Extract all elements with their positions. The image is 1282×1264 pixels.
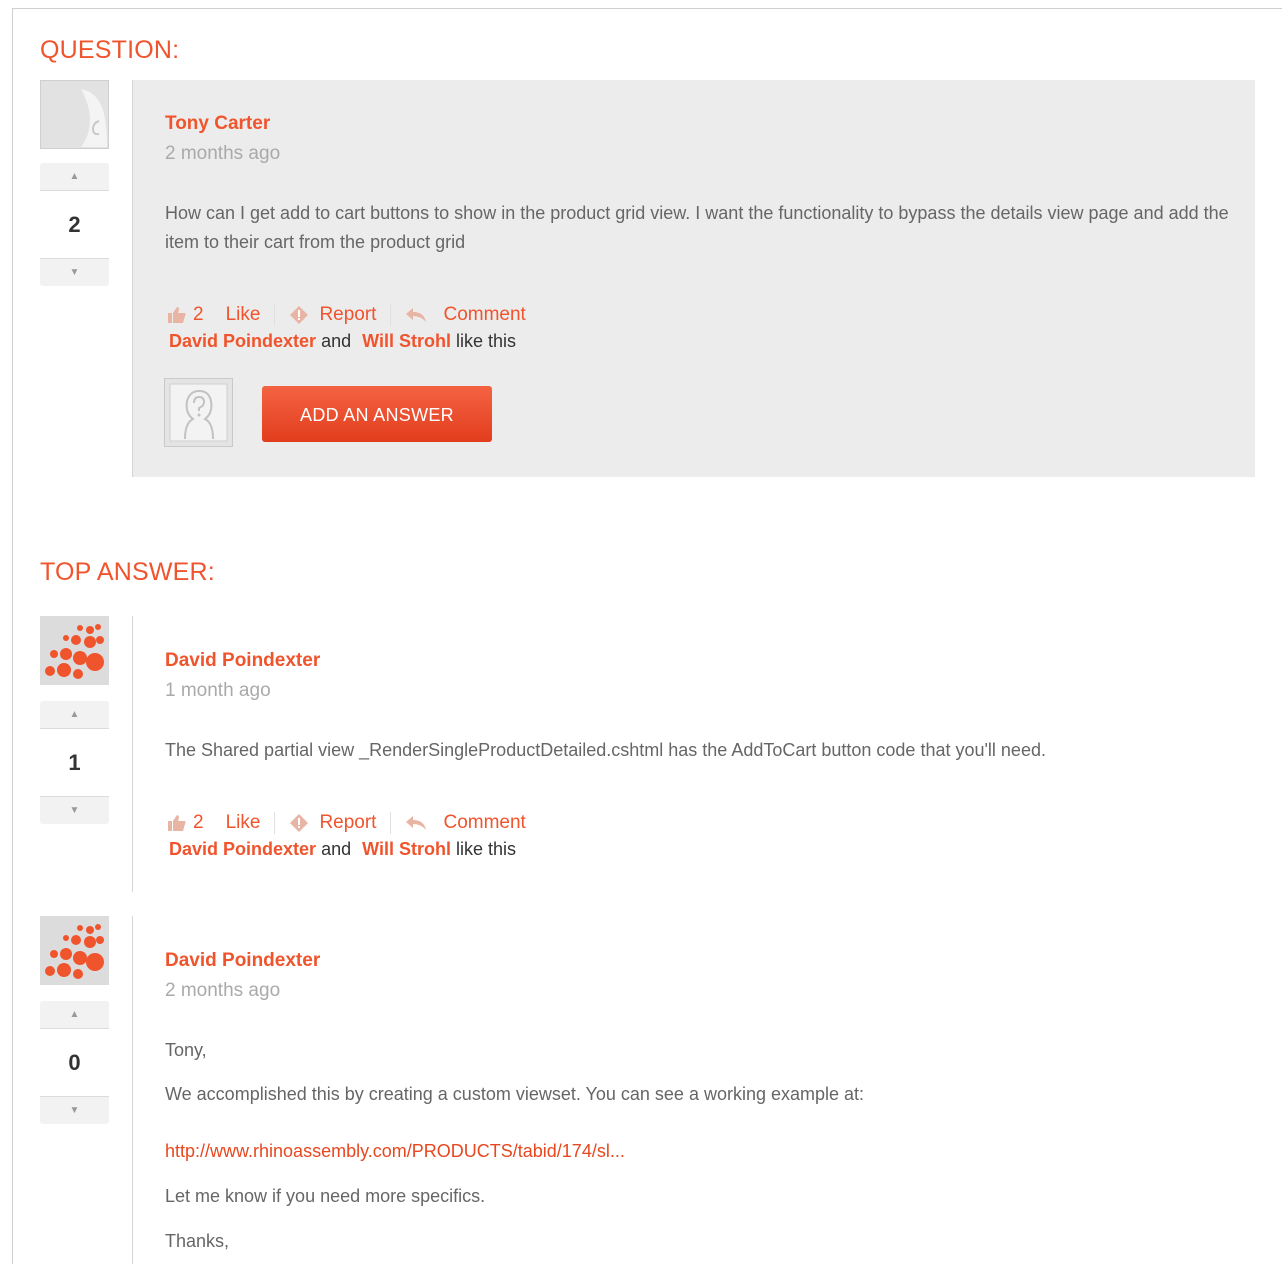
likers-suffix-text: like this — [455, 839, 517, 859]
report-label: Report — [319, 304, 377, 325]
reply-arrow-icon — [406, 816, 427, 830]
answer-body-line: Tony, — [165, 1040, 207, 1060]
answer-author-avatar[interactable] — [40, 616, 109, 685]
report-label: Report — [319, 812, 377, 833]
question-timestamp: 2 months ago — [165, 143, 281, 164]
liker-name[interactable]: David Poindexter — [169, 331, 316, 351]
answer-post: David Poindexter 2 months ago Tony, We a… — [132, 916, 1255, 1264]
vote-down-icon[interactable]: ▼ — [40, 258, 109, 286]
vote-down-icon[interactable]: ▼ — [40, 796, 109, 824]
vote-count: 0 — [40, 1029, 109, 1096]
example-link[interactable]: http://www.rhinoassembly.com/PRODUCTS/ta… — [165, 1137, 1235, 1166]
divider — [390, 812, 392, 834]
top-answer-section-title: TOP ANSWER: — [40, 558, 215, 586]
answer-author-name[interactable]: David Poindexter — [165, 650, 320, 672]
divider — [390, 304, 392, 326]
vote-count: 1 — [40, 729, 109, 796]
like-button[interactable]: Like — [226, 812, 261, 834]
comment-label: Comment — [443, 812, 526, 833]
report-icon — [290, 306, 309, 324]
report-button[interactable]: Report — [289, 812, 376, 834]
vote-up-icon[interactable]: ▲ — [40, 163, 109, 191]
add-answer-button[interactable]: ADD AN ANSWER — [262, 386, 492, 442]
divider — [274, 304, 276, 326]
liker-name[interactable]: Will Strohl — [362, 331, 451, 351]
thumbs-up-icon — [168, 815, 186, 831]
answer-likers: David Poindexter and Will Strohl like th… — [169, 839, 516, 860]
vote-up-icon[interactable]: ▲ — [40, 1001, 109, 1029]
like-button[interactable]: Like — [226, 304, 261, 326]
answer-body: Tony, We accomplished this by creating a… — [165, 1036, 1235, 1256]
question-body: How can I get add to cart buttons to sho… — [165, 203, 1229, 252]
answer-vote-widget: ▲ 1 ▼ — [40, 701, 109, 824]
thumbs-up-icon — [168, 307, 186, 323]
vote-up-icon[interactable]: ▲ — [40, 701, 109, 729]
default-avatar-icon — [41, 81, 108, 148]
comment-button[interactable]: Comment — [405, 812, 526, 834]
vote-count: 2 — [40, 191, 109, 258]
answer-author-name[interactable]: David Poindexter — [165, 950, 320, 972]
likers-and-text: and — [321, 839, 352, 859]
answer-body-line: Thanks, — [165, 1231, 230, 1251]
question-author-avatar[interactable] — [40, 80, 109, 149]
answer-body: The Shared partial view _RenderSinglePro… — [165, 740, 1046, 760]
answer-timestamp: 2 months ago — [165, 980, 281, 1001]
likers-and-text: and — [321, 331, 352, 351]
like-count: 2 — [193, 304, 204, 325]
report-icon — [290, 814, 309, 832]
question-author-name[interactable]: Tony Carter — [165, 113, 270, 135]
top-answer-post: David Poindexter 1 month ago The Shared … — [132, 616, 1255, 892]
comment-button[interactable]: Comment — [405, 304, 526, 326]
vote-down-icon[interactable]: ▼ — [40, 1096, 109, 1124]
like-count-display: 2 — [167, 304, 204, 326]
answer-vote-widget: ▲ 0 ▼ — [40, 1001, 109, 1124]
answer-body-line: We accomplished this by creating a custo… — [165, 1084, 865, 1104]
like-count-display: 2 — [167, 812, 204, 834]
like-count: 2 — [193, 812, 204, 833]
answer-actions: 2 Like Report Comment — [167, 812, 526, 834]
logo-dots-icon — [40, 616, 109, 685]
question-post: Tony Carter 2 months ago How can I get a… — [132, 80, 1255, 477]
liker-name[interactable]: David Poindexter — [169, 839, 316, 859]
default-user-icon — [169, 383, 228, 442]
liker-name[interactable]: Will Strohl — [362, 839, 451, 859]
question-likers: David Poindexter and Will Strohl like th… — [169, 331, 516, 352]
answer-author-avatar[interactable] — [40, 916, 109, 985]
question-actions: 2 Like Report Comment — [167, 304, 526, 326]
current-user-avatar — [164, 378, 233, 447]
question-vote-widget: ▲ 2 ▼ — [40, 163, 109, 286]
likers-suffix-text: like this — [455, 331, 517, 351]
divider — [274, 812, 276, 834]
answer-body-line: Let me know if you need more specifics. — [165, 1186, 486, 1206]
question-section-title: QUESTION: — [40, 36, 180, 64]
answer-timestamp: 1 month ago — [165, 680, 271, 701]
logo-dots-icon — [40, 916, 109, 985]
comment-label: Comment — [443, 304, 526, 325]
reply-arrow-icon — [406, 308, 427, 322]
report-button[interactable]: Report — [289, 304, 376, 326]
